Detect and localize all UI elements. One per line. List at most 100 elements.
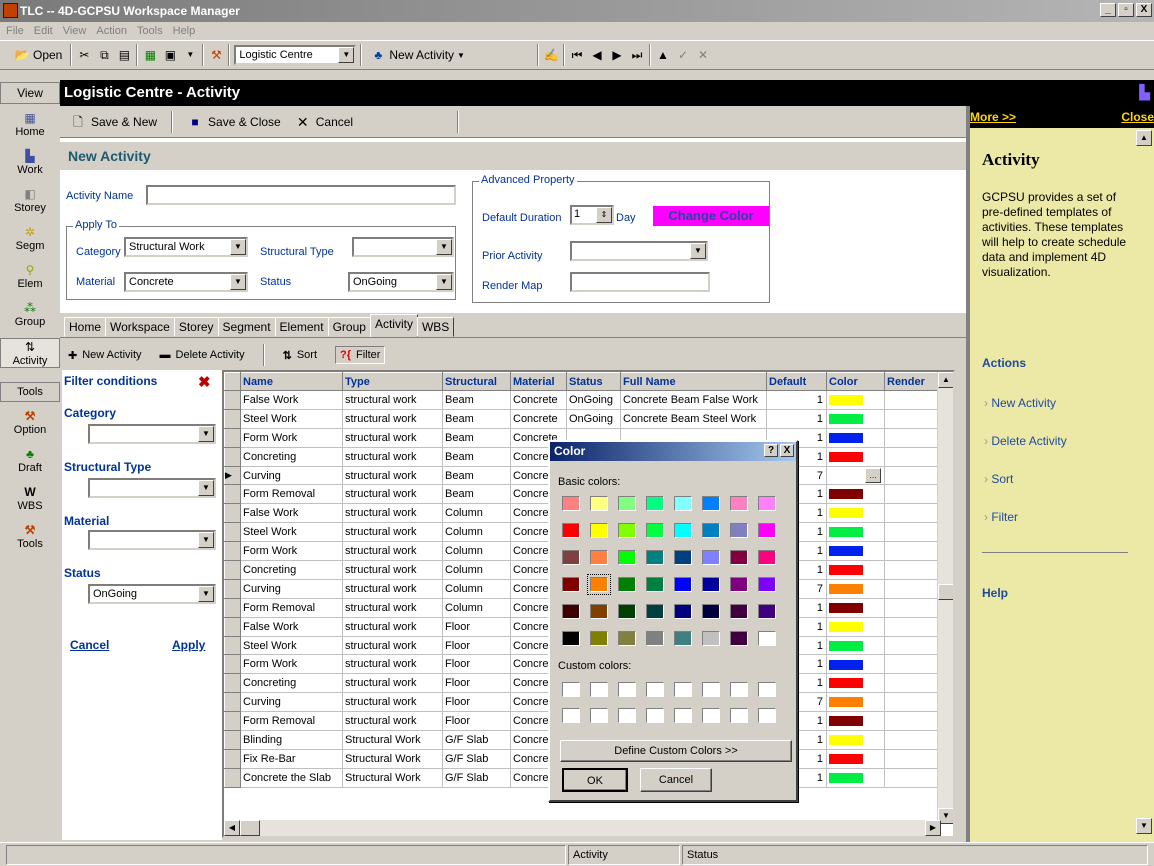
basic-color-cell[interactable]: [562, 577, 580, 592]
help-button[interactable]: ?: [764, 444, 778, 457]
horizontal-scrollbar[interactable]: ◀ ▶: [224, 820, 941, 836]
cell-type[interactable]: structural work: [342, 673, 443, 694]
basic-color-cell[interactable]: [702, 631, 720, 646]
new-activity-toolbar-button[interactable]: ♣ New Activity ▼: [366, 44, 469, 66]
cell-type[interactable]: structural work: [342, 692, 443, 713]
basic-color-cell[interactable]: [590, 550, 608, 565]
cell-structural[interactable]: Beam: [442, 447, 511, 467]
basic-color-cell[interactable]: [618, 496, 636, 511]
cell-color[interactable]: [826, 673, 885, 694]
cell-render[interactable]: [884, 749, 938, 769]
spin-icon[interactable]: ⇕: [596, 207, 612, 223]
cell-structural[interactable]: Floor: [442, 617, 511, 637]
tab-activity[interactable]: Activity: [369, 314, 418, 337]
row-header[interactable]: [224, 767, 241, 788]
cell-render[interactable]: [884, 692, 938, 713]
filter-button[interactable]: ?{Filter: [335, 346, 386, 364]
cell-color[interactable]: [826, 390, 885, 410]
tab-storey[interactable]: Storey: [173, 317, 219, 337]
row-header[interactable]: [224, 390, 241, 410]
paste-icon[interactable]: ▤: [116, 47, 132, 63]
cell-material[interactable]: Concrete: [510, 390, 567, 410]
column-header[interactable]: Type: [342, 372, 443, 391]
cell-structural[interactable]: Column: [442, 522, 511, 543]
cell-structural[interactable]: Column: [442, 598, 511, 618]
basic-color-cell[interactable]: [646, 604, 664, 619]
category-combo[interactable]: Structural Work ▼: [124, 237, 248, 257]
cell-color[interactable]: …: [826, 466, 885, 486]
tab-home[interactable]: Home: [64, 317, 107, 337]
cell-structural[interactable]: Column: [442, 541, 511, 562]
filter-structural-type-combo[interactable]: ▼: [88, 478, 216, 498]
sidebar-item-segm[interactable]: ✲ Segm: [0, 224, 60, 252]
tab-workspace[interactable]: Workspace: [105, 317, 175, 337]
cell-color[interactable]: [826, 409, 885, 429]
open-button[interactable]: 📂 Open: [10, 44, 66, 66]
scroll-icon[interactable]: ✍: [543, 47, 559, 63]
row-header[interactable]: [224, 711, 241, 732]
cell-color[interactable]: [826, 484, 885, 505]
basic-color-cell[interactable]: [730, 496, 748, 511]
cell-name[interactable]: Concrete the Slab: [240, 768, 343, 788]
basic-color-cell[interactable]: [587, 574, 611, 595]
row-header[interactable]: [224, 654, 241, 675]
cell-structural[interactable]: Floor: [442, 654, 511, 675]
close-panel-link[interactable]: Close: [1121, 110, 1154, 124]
cell-render[interactable]: [884, 390, 938, 410]
basic-color-cell[interactable]: [674, 604, 692, 619]
basic-color-cell[interactable]: [590, 631, 608, 646]
structural-type-combo[interactable]: ▼: [352, 237, 454, 257]
filter-apply-link[interactable]: Apply: [172, 638, 205, 652]
basic-color-cell[interactable]: [702, 496, 720, 511]
maximize-button[interactable]: ▫: [1118, 3, 1134, 17]
table-row[interactable]: False Work structural work Beam Concrete OnG…: [224, 390, 938, 410]
dialog-cancel-button[interactable]: Cancel: [640, 768, 712, 792]
cell-color[interactable]: [826, 730, 885, 750]
basic-color-cell[interactable]: [562, 523, 580, 538]
basic-color-cell[interactable]: [618, 577, 636, 592]
cell-type[interactable]: structural work: [342, 447, 443, 467]
basic-color-cell[interactable]: [646, 496, 664, 511]
define-custom-colors-button[interactable]: Define Custom Colors >>: [560, 740, 792, 762]
cell-type[interactable]: structural work: [342, 484, 443, 505]
column-header[interactable]: Name: [240, 372, 343, 391]
cell-color[interactable]: [826, 522, 885, 543]
cell-color[interactable]: [826, 636, 885, 656]
check-icon[interactable]: ✓: [675, 47, 691, 63]
cell-default[interactable]: 1: [766, 409, 827, 429]
cell-type[interactable]: structural work: [342, 390, 443, 410]
cell-structural[interactable]: Beam: [442, 409, 511, 429]
cell-type[interactable]: structural work: [342, 579, 443, 599]
new-activity-button[interactable]: ✚ New Activity: [68, 349, 142, 362]
sidebar-tool-draft[interactable]: ♣ Draft: [0, 446, 60, 474]
cell-structural[interactable]: Column: [442, 560, 511, 580]
basic-color-cell[interactable]: [702, 523, 720, 538]
action-new-activity-link[interactable]: New Activity: [984, 396, 1056, 410]
clear-filter-icon[interactable]: ✖: [198, 373, 211, 391]
row-header[interactable]: [224, 446, 241, 467]
sidebar-item-elem[interactable]: ⚲ Elem: [0, 262, 60, 290]
cell-name[interactable]: Curving: [240, 692, 343, 713]
basic-color-cell[interactable]: [618, 550, 636, 565]
cell-full-name[interactable]: Concrete Beam Steel Work: [620, 409, 767, 429]
status-combo[interactable]: OnGoing ▼: [348, 272, 454, 292]
delete-activity-button[interactable]: ▬ Delete Activity: [160, 349, 245, 361]
cell-render[interactable]: [884, 541, 938, 562]
cell-structural[interactable]: Column: [442, 579, 511, 599]
cell-type[interactable]: structural work: [342, 541, 443, 562]
sidebar-item-work[interactable]: ▙ Work: [0, 148, 60, 176]
workspace-combo[interactable]: Logistic Centre ▼: [234, 45, 357, 65]
cell-name[interactable]: Form Work: [240, 541, 343, 562]
row-header[interactable]: [224, 597, 241, 618]
save-close-button[interactable]: ■ Save & Close: [187, 114, 280, 130]
action-delete-activity-link[interactable]: Delete Activity: [984, 434, 1066, 448]
cell-name[interactable]: Concreting: [240, 560, 343, 580]
custom-color-cell[interactable]: [590, 708, 608, 723]
custom-color-cell[interactable]: [590, 682, 608, 697]
tab-wbs[interactable]: WBS: [416, 317, 455, 337]
basic-color-cell[interactable]: [758, 496, 776, 511]
menu-edit[interactable]: Edit: [34, 22, 53, 40]
cell-name[interactable]: Form Work: [240, 428, 343, 448]
cell-name[interactable]: False Work: [240, 617, 343, 637]
prior-activity-combo[interactable]: ▼: [570, 241, 708, 261]
